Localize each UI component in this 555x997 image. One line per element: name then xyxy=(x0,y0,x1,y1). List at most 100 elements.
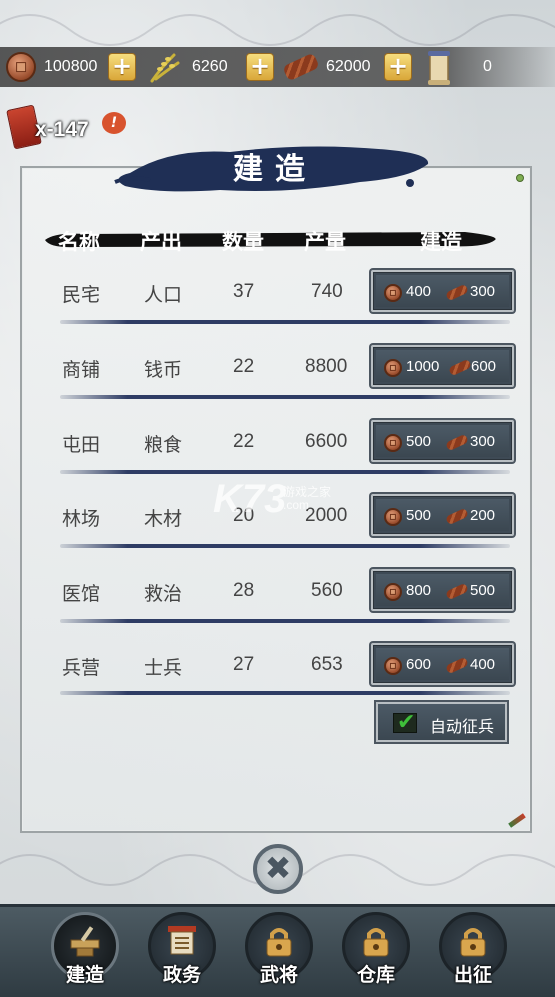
building-output: 救治 xyxy=(144,583,183,605)
lock-icon xyxy=(363,928,389,957)
resource-grain: 6260 + xyxy=(142,47,282,87)
building-name: 兵营 xyxy=(62,657,101,679)
building-production: 560 xyxy=(311,580,343,601)
nav-build[interactable]: 建造 xyxy=(47,912,123,992)
coin-icon xyxy=(384,359,402,377)
nav-label: 建造 xyxy=(65,964,104,986)
coin-icon xyxy=(384,583,402,601)
building-output: 木材 xyxy=(144,508,183,530)
add-grain-button[interactable]: + xyxy=(246,53,274,81)
nav-label: 政务 xyxy=(162,964,201,986)
build-button[interactable]: 400 300 xyxy=(371,270,514,312)
build-button[interactable]: 800 500 xyxy=(371,569,514,611)
auto-recruit-toggle[interactable]: ✔ 自动征兵 xyxy=(376,702,507,742)
row-divider xyxy=(60,691,510,695)
scroll-value: 0 xyxy=(483,58,492,75)
auto-recruit-label: 自动征兵 xyxy=(430,717,495,736)
building-production: 2000 xyxy=(305,505,348,526)
row-divider xyxy=(60,320,510,324)
header-count: 数量 xyxy=(222,230,264,254)
build-button[interactable]: 1000 600 xyxy=(371,345,514,387)
add-coins-button[interactable]: + xyxy=(108,53,136,81)
table-row: 医馆 救治 28 560 800 500 xyxy=(0,567,555,641)
build-button[interactable]: 500 200 xyxy=(371,494,514,536)
wood-cost: 300 xyxy=(470,283,496,300)
coin-cost: 500 xyxy=(406,433,432,450)
watermark-url: .com xyxy=(283,498,310,512)
watermark-logo: K73 xyxy=(213,477,287,521)
row-divider xyxy=(60,395,510,399)
add-timber-button[interactable]: + xyxy=(384,53,412,81)
coin-cost: 400 xyxy=(406,283,432,300)
nav-label: 武将 xyxy=(259,964,298,986)
building-count: 22 xyxy=(233,356,255,377)
resource-scroll: 0 xyxy=(420,47,550,87)
building-output: 钱币 xyxy=(144,359,183,381)
row-divider xyxy=(60,619,510,623)
header-build: 建造 xyxy=(420,230,462,254)
grain-value: 6260 xyxy=(192,58,228,75)
nav-label: 出征 xyxy=(453,964,492,986)
wood-cost: 600 xyxy=(471,358,497,375)
coin-icon xyxy=(384,284,402,302)
grain-icon xyxy=(150,53,180,83)
building-name: 屯田 xyxy=(62,434,101,456)
building-output: 士兵 xyxy=(144,657,183,679)
building-count: 28 xyxy=(233,580,255,601)
coin-icon xyxy=(6,52,36,82)
building-count: 27 xyxy=(233,654,255,675)
lock-icon xyxy=(460,928,486,957)
wood-cost: 200 xyxy=(470,507,496,524)
nav-affairs[interactable]: 政务 xyxy=(144,912,220,992)
building-name: 商铺 xyxy=(62,359,101,381)
nav-generals[interactable]: 武将 xyxy=(241,912,317,992)
panel-title: 建造 xyxy=(233,152,317,187)
build-button[interactable]: 600 400 xyxy=(371,643,514,685)
timber-icon xyxy=(282,52,320,82)
building-output: 粮食 xyxy=(144,434,183,456)
building-count: 37 xyxy=(233,281,255,302)
nav-expedition[interactable]: 出征 xyxy=(435,912,511,992)
copper-coins-value: 100800 xyxy=(44,58,98,75)
coin-cost: 600 xyxy=(406,656,432,673)
row-divider xyxy=(60,544,510,548)
row-divider xyxy=(60,470,510,474)
building-production: 8800 xyxy=(305,356,348,377)
notice-board-icon xyxy=(168,926,196,955)
scroll-icon xyxy=(428,51,450,85)
lock-icon xyxy=(266,928,292,957)
build-button[interactable]: 500 300 xyxy=(371,420,514,462)
corner-dot-icon xyxy=(516,174,524,182)
coin-cost: 800 xyxy=(406,582,432,599)
table-row: 商铺 钱币 22 8800 1000 600 xyxy=(0,343,555,417)
nav-label: 仓库 xyxy=(356,964,395,986)
header-output: 产出 xyxy=(140,230,182,254)
corner-pin-icon xyxy=(508,813,526,828)
close-button[interactable]: ✖ xyxy=(253,844,303,894)
anvil-icon xyxy=(70,926,100,957)
nav-warehouse[interactable]: 仓库 xyxy=(338,912,414,992)
building-name: 医馆 xyxy=(62,583,101,605)
badge-count: x-147 xyxy=(35,118,89,141)
header-name: 名称 xyxy=(58,230,100,254)
timber-value: 62000 xyxy=(326,58,371,75)
wood-cost: 300 xyxy=(470,433,496,450)
resource-timber: 62000 + xyxy=(280,47,420,87)
building-production: 6600 xyxy=(305,431,348,452)
building-count: 22 xyxy=(233,431,255,452)
table-row: 民宅 人口 37 740 400 300 xyxy=(0,268,555,342)
building-name: 林场 xyxy=(62,508,101,530)
building-output: 人口 xyxy=(144,284,183,306)
resource-copper-coins: 100800 + xyxy=(0,47,140,87)
building-production: 653 xyxy=(311,654,343,675)
coin-icon xyxy=(384,434,402,452)
close-icon: ✖ xyxy=(264,849,292,887)
checkmark-icon: ✔ xyxy=(397,710,416,735)
building-name: 民宅 xyxy=(62,284,101,306)
wood-cost: 400 xyxy=(470,656,496,673)
auto-recruit-checkbox[interactable]: ✔ xyxy=(393,710,417,735)
coin-cost: 1000 xyxy=(406,358,440,375)
header-production: 产量 xyxy=(304,230,346,254)
coin-icon xyxy=(384,508,402,526)
alert-icon: ! xyxy=(102,112,126,134)
